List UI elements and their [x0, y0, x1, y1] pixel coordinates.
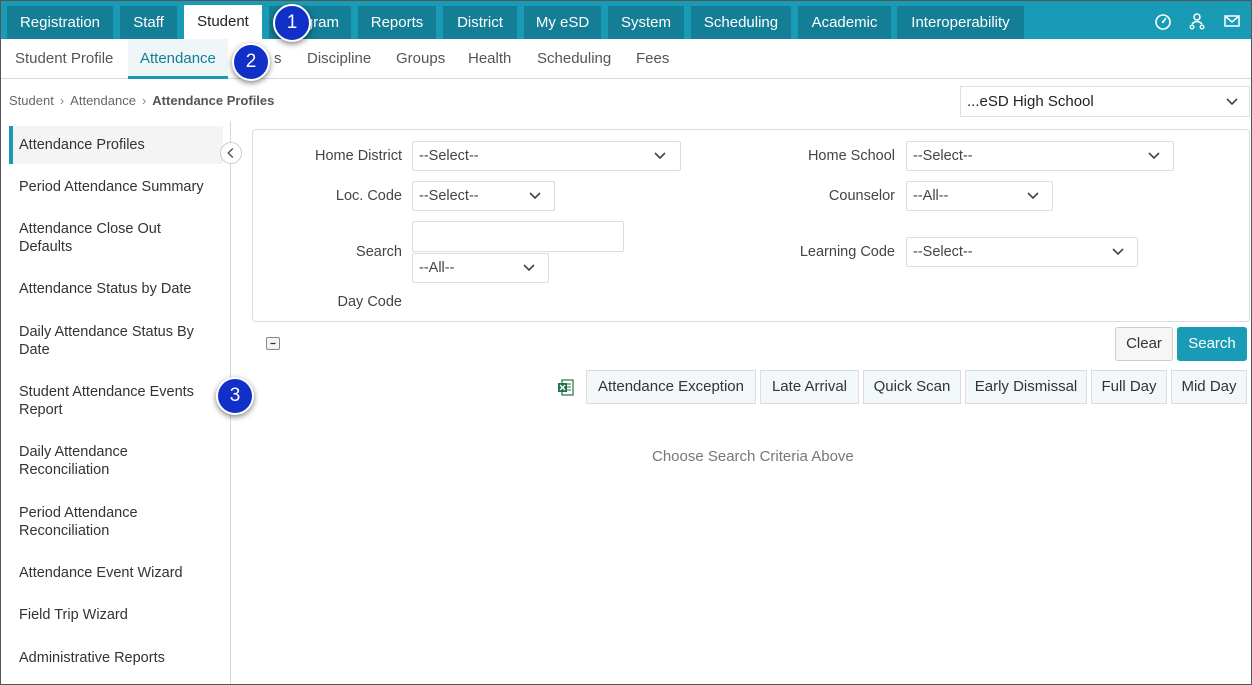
sidebar-item-attendance-profiles[interactable]: Attendance Profiles — [9, 126, 223, 164]
sub-tab-status[interactable]: s — [274, 39, 282, 79]
callout-badge-3: 3 — [216, 377, 254, 415]
top-tab-staff[interactable]: Staff — [120, 6, 177, 39]
school-select-value: ...eSD High School — [967, 93, 1094, 110]
home-district-value: --Select-- — [419, 148, 479, 164]
sidebar-item-daily-attendance-reconciliation[interactable]: Daily Attendance Reconciliation — [9, 443, 159, 479]
chevron-down-icon — [523, 264, 535, 272]
home-school-select[interactable]: --Select-- — [906, 141, 1174, 171]
sub-tab-discipline[interactable]: Discipline — [307, 39, 371, 79]
top-tab-interoperability[interactable]: Interoperability — [897, 6, 1024, 39]
top-tab-registration[interactable]: Registration — [7, 6, 113, 39]
home-district-label: Home District — [314, 148, 402, 164]
sub-tab-student-profile[interactable]: Student Profile — [15, 39, 113, 79]
mail-icon[interactable] — [1223, 12, 1241, 30]
early-dismissal-button[interactable]: Early Dismissal — [965, 370, 1087, 404]
attendance-exception-button[interactable]: Attendance Exception — [586, 370, 756, 404]
chevron-down-icon — [1148, 152, 1160, 160]
chevron-down-icon — [654, 152, 666, 160]
loc-code-label: Loc. Code — [335, 188, 402, 204]
home-school-label: Home School — [807, 148, 895, 164]
empty-results-message: Choose Search Criteria Above — [652, 448, 854, 465]
chevron-down-icon — [1027, 192, 1039, 200]
search-criteria-panel: Home District --Select-- Home School --S… — [252, 129, 1250, 322]
search-button[interactable]: Search — [1177, 327, 1247, 361]
home-district-select[interactable]: --Select-- — [412, 141, 681, 171]
home-school-value: --Select-- — [913, 148, 973, 164]
search-mode-value: --All-- — [419, 260, 455, 276]
full-day-button[interactable]: Full Day — [1091, 370, 1167, 404]
top-nav: Registration Staff Student gram Reports … — [1, 1, 1251, 39]
chevron-down-icon — [529, 192, 541, 200]
chevron-right-icon: › — [141, 93, 147, 108]
top-tab-my-esd[interactable]: My eSD — [524, 6, 601, 39]
learning-code-label: Learning Code — [799, 244, 895, 260]
top-tab-system[interactable]: System — [608, 6, 684, 39]
counselor-select[interactable]: --All-- — [906, 181, 1053, 211]
sidebar-item-attendance-event-wizard[interactable]: Attendance Event Wizard — [9, 564, 223, 582]
sub-tab-attendance[interactable]: Attendance — [128, 39, 228, 79]
sub-tab-fees[interactable]: Fees — [636, 39, 669, 79]
loc-code-value: --Select-- — [419, 188, 479, 204]
late-arrival-button[interactable]: Late Arrival — [760, 370, 859, 404]
top-tab-district[interactable]: District — [443, 6, 517, 39]
search-input[interactable] — [412, 221, 624, 252]
breadcrumb-current: Attendance Profiles — [152, 93, 275, 108]
chevron-right-icon: › — [59, 93, 65, 108]
breadcrumb-student[interactable]: Student — [9, 93, 54, 108]
sidebar-item-field-trip-wizard[interactable]: Field Trip Wizard — [9, 606, 223, 624]
sidebar-item-administrative-reports[interactable]: Administrative Reports — [9, 649, 223, 667]
learning-code-select[interactable]: --Select-- — [906, 237, 1138, 267]
quick-scan-button[interactable]: Quick Scan — [863, 370, 961, 404]
sidebar: Attendance Profiles Period Attendance Su… — [1, 121, 231, 684]
user-network-icon[interactable] — [1188, 12, 1206, 30]
learning-code-value: --Select-- — [913, 244, 973, 260]
sub-tab-health[interactable]: Health — [468, 39, 511, 79]
sidebar-item-student-attendance-events-report[interactable]: Student Attendance Events Report — [9, 383, 214, 419]
top-tab-student[interactable]: Student — [184, 5, 262, 39]
chevron-down-icon — [1226, 98, 1238, 106]
dashboard-icon[interactable] — [1154, 12, 1172, 30]
counselor-value: --All-- — [913, 188, 949, 204]
app-window: Registration Staff Student gram Reports … — [0, 0, 1252, 685]
loc-code-select[interactable]: --Select-- — [412, 181, 555, 211]
sub-tab-groups[interactable]: Groups — [396, 39, 445, 79]
callout-badge-2: 2 — [232, 43, 270, 81]
school-select[interactable]: ...eSD High School — [960, 86, 1250, 117]
sidebar-item-period-attendance-reconciliation[interactable]: Period Attendance Reconciliation — [9, 504, 159, 540]
day-code-label: Day Code — [337, 294, 402, 310]
sidebar-item-daily-attendance-status-by-date[interactable]: Daily Attendance Status By Date — [9, 323, 209, 359]
mid-day-button[interactable]: Mid Day — [1171, 370, 1247, 404]
callout-badge-1: 1 — [273, 4, 311, 42]
search-mode-select[interactable]: --All-- — [412, 253, 549, 283]
excel-export-icon[interactable] — [557, 379, 574, 396]
top-tab-scheduling[interactable]: Scheduling — [691, 6, 791, 39]
collapse-sidebar-icon[interactable] — [220, 142, 242, 164]
counselor-label: Counselor — [828, 188, 895, 204]
top-tab-academic[interactable]: Academic — [798, 6, 891, 39]
breadcrumb-attendance[interactable]: Attendance — [70, 93, 136, 108]
chevron-down-icon — [1112, 248, 1124, 256]
clear-button[interactable]: Clear — [1115, 327, 1173, 361]
sidebar-item-period-attendance-summary[interactable]: Period Attendance Summary — [9, 178, 223, 196]
top-tab-reports[interactable]: Reports — [358, 6, 436, 39]
search-label: Search — [356, 244, 402, 260]
sidebar-item-attendance-close-out-defaults[interactable]: Attendance Close Out Defaults — [9, 220, 189, 256]
sidebar-item-attendance-status-by-date[interactable]: Attendance Status by Date — [9, 280, 223, 298]
collapse-panel-icon[interactable] — [266, 337, 280, 350]
sub-tab-scheduling[interactable]: Scheduling — [537, 39, 611, 79]
breadcrumb: Student › Attendance › Attendance Profiles — [9, 93, 274, 108]
sub-nav: Student Profile Attendance s Discipline … — [1, 39, 1251, 79]
